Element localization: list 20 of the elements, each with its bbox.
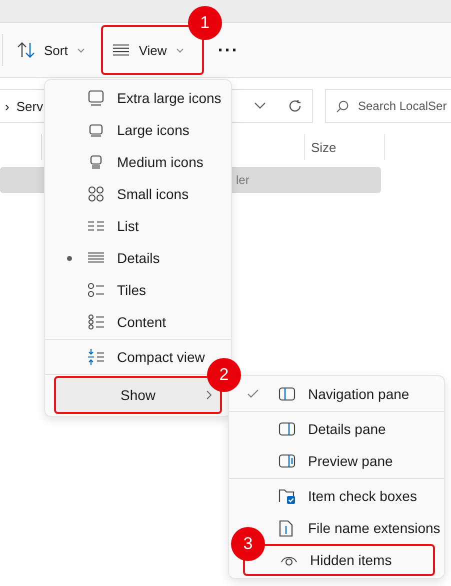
menu-label: Show: [120, 387, 156, 403]
menu-label: Medium icons: [117, 154, 204, 170]
chevron: ›: [5, 98, 10, 114]
menu-label: Extra large icons: [117, 90, 222, 106]
menu-label: Item check boxes: [308, 488, 417, 504]
callout-badge: 3: [231, 527, 265, 561]
menu-label: Large icons: [117, 122, 190, 138]
menu-label: Navigation pane: [308, 386, 410, 402]
menu-label: Small icons: [117, 186, 189, 202]
menu-label: Details: [117, 250, 160, 266]
menu-label: Hidden items: [310, 552, 392, 568]
menu-label: Preview pane: [308, 453, 393, 469]
menu-label: List: [117, 218, 139, 234]
row-text: ler: [236, 173, 250, 187]
menu-label: Details pane: [308, 421, 386, 437]
menu-label: Tiles: [117, 282, 146, 298]
menu-label: Content: [117, 314, 166, 330]
callout-badge: 2: [207, 358, 241, 392]
menu-label: File name extensions: [308, 520, 440, 536]
menu-label: Compact view: [117, 349, 205, 365]
